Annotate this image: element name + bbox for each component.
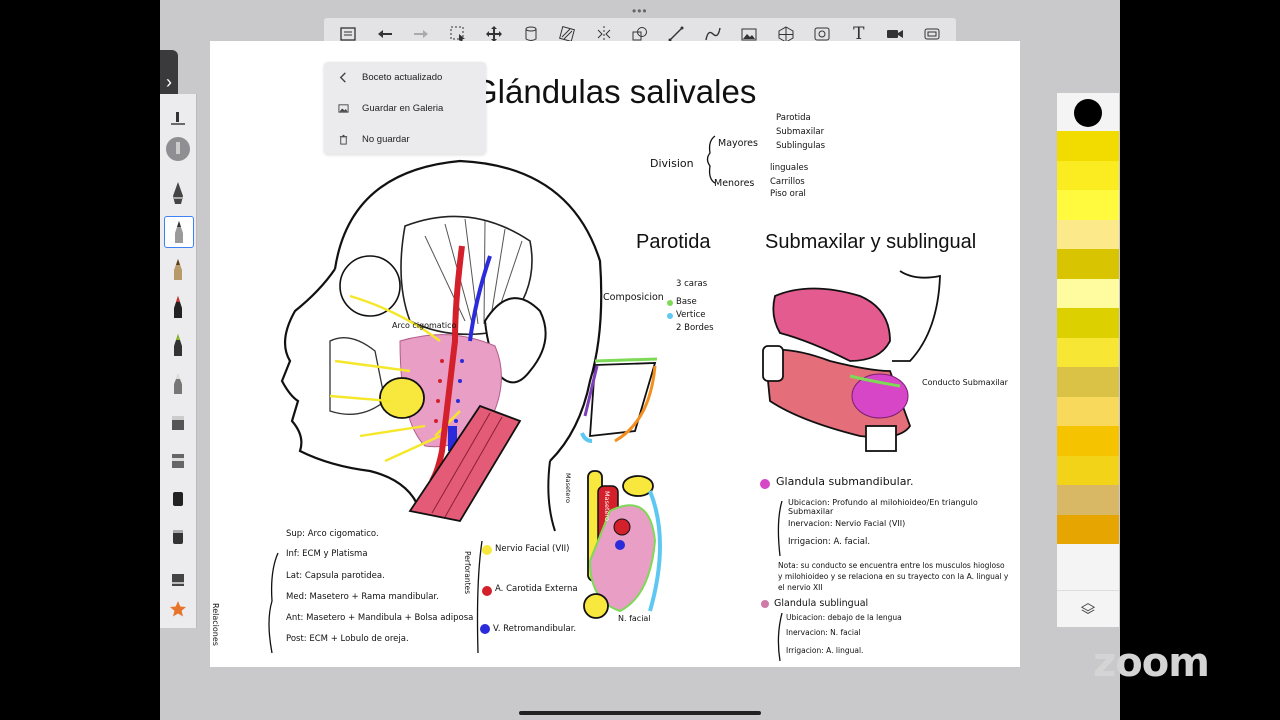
relaciones-sup: Sup: Arco cigomatico. <box>286 529 379 539</box>
relaciones-med: Med: Masetero + Rama mandibular. <box>286 592 439 602</box>
mayores-item: Parotida <box>776 113 811 123</box>
eraser-soft-tool[interactable] <box>164 520 192 550</box>
buccal-fat-pad <box>379 377 425 419</box>
chevron-left-icon <box>324 71 362 83</box>
paint-bucket-tool[interactable] <box>164 406 192 436</box>
perforante-item: Nervio Facial (VII) <box>495 544 570 554</box>
relaciones-side-label: Relaciones <box>211 603 220 646</box>
color-swatch[interactable] <box>1057 219 1119 249</box>
gallery-popup-menu: Boceto actualizado Guardar en Galeria No… <box>324 62 486 154</box>
sublingual-inervacion: Inervacion: N. facial <box>786 628 861 637</box>
ruler-tool[interactable] <box>164 102 192 132</box>
menores-item: Piso oral <box>770 189 806 199</box>
division-label: Division <box>650 157 694 170</box>
brush-toolbar <box>160 94 197 628</box>
cross-masetero-label: Masetero <box>564 473 572 504</box>
pen-tool[interactable] <box>164 178 192 208</box>
favorite-star-icon[interactable] <box>164 594 192 624</box>
color-swatch[interactable] <box>1057 278 1119 308</box>
relaciones-inf: Inf: ECM y Platisma <box>286 549 368 559</box>
color-swatch[interactable] <box>1057 308 1119 338</box>
perforantes-side-label: Perforantes <box>463 551 472 595</box>
parotida-item: Base <box>676 297 697 307</box>
submandibular-inervacion: Inervacion: Nervio Facial (VII) <box>788 519 906 528</box>
relaciones-lat: Lat: Capsula parotidea. <box>286 571 385 581</box>
menores-item: linguales <box>770 163 809 173</box>
ink-pen-tool[interactable] <box>164 292 192 322</box>
menu-back-item[interactable]: Boceto actualizado <box>324 62 486 92</box>
submaxilar-heading: Submaxilar y sublingual <box>765 231 977 253</box>
marker-tool[interactable] <box>164 254 192 284</box>
layers-button[interactable] <box>1057 590 1119 627</box>
submandibular-irrigacion: Irrigacion: A. facial. <box>788 537 871 547</box>
color-swatch[interactable] <box>1057 367 1119 397</box>
color-swatch[interactable] <box>1057 131 1119 161</box>
color-swatch[interactable] <box>1057 396 1119 426</box>
ipad-screen: › ••• T Glándulas salivales Division May… <box>160 0 1120 720</box>
menores-item: Carrillos <box>770 177 805 187</box>
buccinator <box>329 337 386 415</box>
color-swatch[interactable] <box>1057 514 1119 544</box>
mayores-label: Mayores <box>718 138 758 149</box>
home-indicator <box>519 711 761 715</box>
sublingual-irrigacion: Irrigacion: A. lingual. <box>786 646 864 655</box>
submandibular-ubicacion: Ubicacion: Profundo al milohioideo/En tr… <box>788 498 978 516</box>
perforante-item: A. Carotida Externa <box>495 584 578 594</box>
submandibular-heading: Glandula submandibular. <box>776 475 914 488</box>
parotida-item: Vertice <box>676 310 706 320</box>
relaciones-post: Post: ECM + Lobulo de oreja. <box>286 634 409 644</box>
save-gallery-item[interactable]: Guardar en Galeria <box>324 93 486 123</box>
neck-back <box>547 460 556 532</box>
color-swatch[interactable] <box>1057 190 1119 220</box>
color-swatch[interactable] <box>1057 455 1119 485</box>
submandibular-gland <box>851 373 909 419</box>
save-gallery-label: Guardar en Galeria <box>362 102 444 114</box>
current-color-swatch[interactable] <box>1074 99 1102 127</box>
eraser-hard-tool[interactable] <box>164 482 192 512</box>
sublingual-ubicacion: Ubicacion: debajo de la lengua <box>786 613 902 622</box>
parotid-shape <box>589 362 657 438</box>
composicion-label: Composicion <box>603 292 664 303</box>
color-swatch[interactable] <box>1057 485 1119 515</box>
arco-label: Arco cigomatico <box>392 321 457 330</box>
orbicularis-oculi <box>339 255 401 317</box>
zoom-logo: zoom <box>1093 640 1210 686</box>
trash-icon <box>324 134 362 145</box>
relaciones-ant: Ant: Masetero + Mandibula + Bolsa adipos… <box>286 613 474 623</box>
image-icon <box>324 103 362 114</box>
color-palette <box>1057 93 1119 626</box>
color-swatch[interactable] <box>1057 426 1119 456</box>
pencil-tool[interactable] <box>164 216 194 248</box>
cross-nfacial-label: N. facial <box>618 614 651 623</box>
smudge-tool[interactable] <box>164 444 192 474</box>
layers-icon <box>1080 603 1096 614</box>
mayores-item: Submaxilar <box>776 127 825 137</box>
fineliner-tool[interactable] <box>164 330 192 360</box>
sketch-title: Glándulas salivales <box>472 73 757 110</box>
parotida-heading: Parotida <box>636 231 711 253</box>
menores-label: Menores <box>714 178 755 189</box>
stamp-tool[interactable] <box>164 562 192 592</box>
cross-masetero-bar-label: Masetero <box>603 491 611 522</box>
teeth <box>762 345 784 382</box>
mayores-item: Sublingulas <box>776 141 826 151</box>
airbrush-tool[interactable] <box>164 368 192 398</box>
menu-back-label: Boceto actualizado <box>362 71 443 83</box>
conducto-label: Conducto Submaxilar <box>922 378 1008 387</box>
submandibular-nota: Nota: su conducto se encuentra entre los… <box>778 561 1009 592</box>
color-swatch[interactable] <box>1057 337 1119 367</box>
perforante-item: V. Retromandibular. <box>493 624 577 634</box>
chevron-right-icon: › <box>166 71 172 92</box>
no-save-label: No guardar <box>362 133 410 145</box>
color-swatch[interactable] <box>1057 249 1119 279</box>
parotida-item: 2 Bordes <box>676 323 714 333</box>
parotida-item: 3 caras <box>676 279 708 289</box>
brush-size-dot[interactable] <box>164 134 192 164</box>
color-swatch[interactable] <box>1057 160 1119 190</box>
sublingual-heading: Glandula sublingual <box>774 598 869 609</box>
no-save-item[interactable]: No guardar <box>324 124 486 154</box>
multitask-dots[interactable]: ••• <box>632 4 648 18</box>
